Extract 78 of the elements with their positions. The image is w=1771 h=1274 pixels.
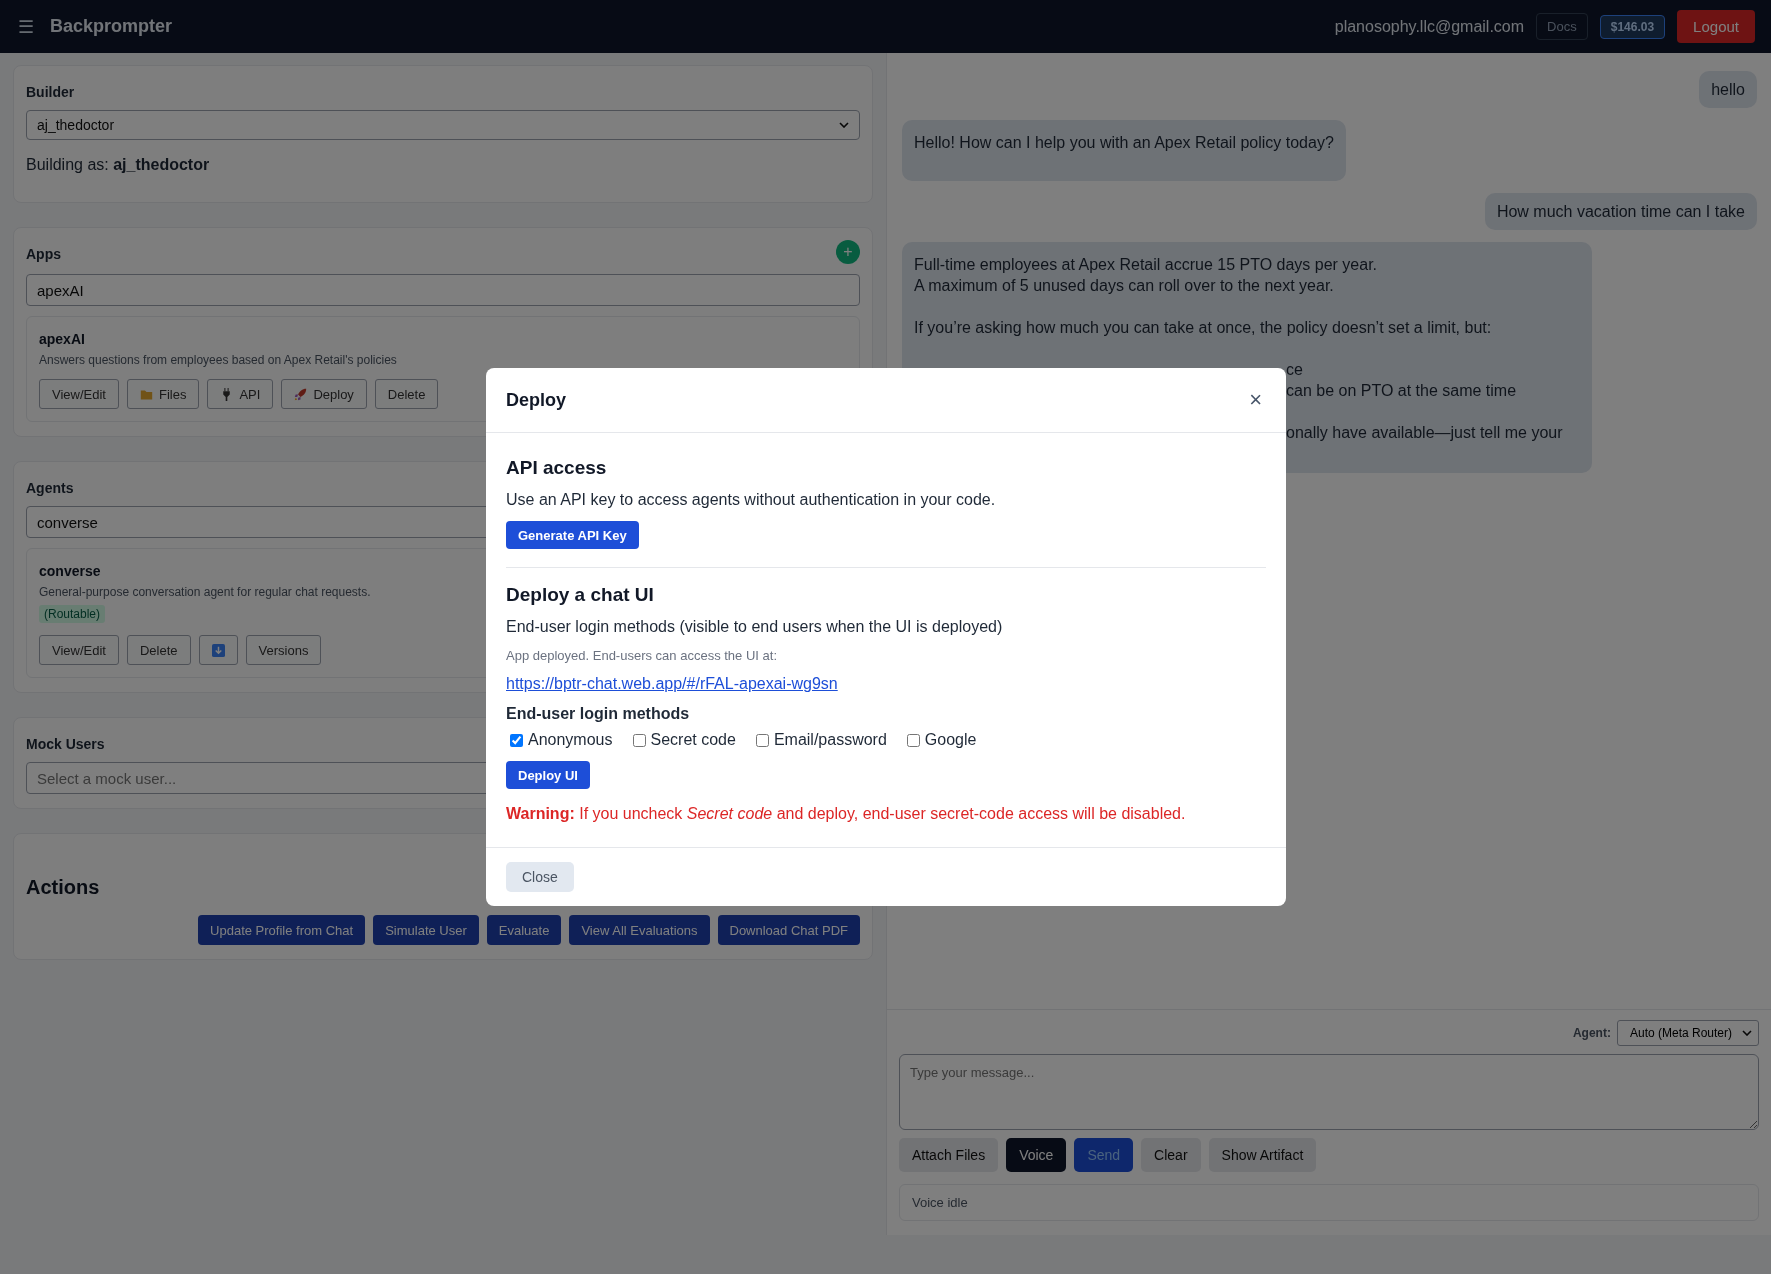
folder-icon xyxy=(139,387,153,401)
action-button[interactable]: Simulate User xyxy=(373,915,479,945)
chevron-down-icon xyxy=(1742,1030,1752,1036)
message-text: can be on PTO at the same time xyxy=(1286,381,1517,401)
deploy-description: End-user login methods (visible to end users when the UI is deployed) xyxy=(506,618,1003,636)
generate-api-key-button[interactable]: Generate API Key xyxy=(506,521,639,549)
routable-badge: (Routable) xyxy=(39,605,106,623)
message-text: Full-time employees at Apex Retail accrue 15 PTO days per year. xyxy=(914,255,1379,275)
chevron-down-icon xyxy=(839,122,849,128)
rocket-icon xyxy=(294,387,308,401)
balance-badge: $146.03 xyxy=(1599,14,1666,39)
agent-action-button[interactable]: View/Edit xyxy=(39,635,119,665)
app-action-button[interactable]: Deploy xyxy=(281,379,367,409)
agent-action-button[interactable]: Versions xyxy=(245,635,322,665)
action-button[interactable]: Update Profile from Chat xyxy=(198,915,366,945)
agent-description: General-purpose conversation agent for regular chat requests. xyxy=(39,585,371,599)
method-checkbox[interactable] xyxy=(632,733,646,747)
app-action-button[interactable]: Delete xyxy=(374,379,439,409)
agent-label: Agent: xyxy=(1572,1026,1611,1040)
app-name: apexAI xyxy=(39,331,85,347)
action-button[interactable]: Evaluate xyxy=(486,915,562,945)
agent-dropdown[interactable]: Auto (Meta Router) xyxy=(1616,1020,1759,1046)
section-heading: Deploy a chat UI xyxy=(506,584,654,606)
deployed-url-link[interactable]: https://bptr-chat.web.app/#/rFAL-apexai-wg9sn xyxy=(506,675,838,693)
building-as-text: Building as: aj_thedoctor xyxy=(26,156,211,174)
card-title: Actions xyxy=(26,876,100,899)
method-checkbox[interactable] xyxy=(510,733,523,747)
app-title: Backprompter xyxy=(50,16,173,37)
message-field[interactable]: Type your message... xyxy=(899,1054,1759,1130)
message-text: hello xyxy=(1711,80,1745,100)
voice-status: Voice idle xyxy=(899,1184,1759,1221)
dialog-title: Deploy xyxy=(506,389,566,411)
builder-select[interactable]: aj_thedoctor xyxy=(26,110,860,140)
chat-button[interactable]: Send xyxy=(1074,1138,1134,1172)
message-text: ce xyxy=(1286,360,1303,380)
app-action-button[interactable]: Files xyxy=(126,379,200,409)
docs-button[interactable]: Docs xyxy=(1536,13,1588,40)
message-text: How much vacation time can I take xyxy=(1496,202,1745,222)
card-title: Apps xyxy=(26,245,61,262)
method-checkbox[interactable] xyxy=(755,733,769,747)
select-value: Auto (Meta Router) xyxy=(1629,1026,1732,1040)
message-text: onally have available—just tell me your xyxy=(1286,423,1563,443)
deployed-note: App deployed. End-users can access the UI at: xyxy=(506,648,777,663)
method-checkbox[interactable] xyxy=(906,733,920,747)
section-heading: API access xyxy=(506,457,607,479)
app-description: Answers questions from employees based on Apex Retail's policies xyxy=(39,353,397,367)
deploy-ui-button[interactable]: Deploy UI xyxy=(506,761,590,789)
agent-action-button[interactable]: Delete xyxy=(126,635,191,665)
download-button[interactable] xyxy=(198,635,238,665)
api-description: Use an API key to access agents without authentication in your code. xyxy=(506,491,996,509)
card-title: Builder xyxy=(26,83,75,100)
menu-icon[interactable]: ☰ xyxy=(18,15,34,38)
app-action-button[interactable]: View/Edit xyxy=(39,379,119,409)
method-label: Email/password xyxy=(773,731,887,749)
app-action-button[interactable]: API xyxy=(207,379,274,409)
action-button[interactable]: View All Evaluations xyxy=(569,915,710,945)
app-select[interactable]: apexAI xyxy=(26,274,860,306)
method-label: Google xyxy=(924,731,977,749)
method-label: Anonymous xyxy=(528,731,613,749)
message-text: A maximum of 5 unused days can roll over to the next year. xyxy=(914,276,1335,296)
warning-text: Warning: If you uncheck Secret code and deploy, end-user secret-code access will be disabled. xyxy=(506,805,1186,823)
user-email: planosophy.llc@gmail.com xyxy=(1334,17,1525,36)
chat-button[interactable]: Clear xyxy=(1141,1138,1201,1172)
card-title: Agents xyxy=(26,479,74,496)
select-value: aj_thedoctor xyxy=(37,117,115,133)
download-icon xyxy=(211,643,225,657)
message-text: If you’re asking how much you can take at once, the policy doesn’t set a limit, but: xyxy=(914,318,1493,338)
card-title: Mock Users xyxy=(26,735,105,752)
close-button[interactable]: Close xyxy=(506,862,574,892)
login-methods-label: End-user login methods xyxy=(506,705,690,723)
chat-button[interactable]: Voice xyxy=(1006,1138,1067,1172)
method-label: Secret code xyxy=(650,731,736,749)
agent-name: converse xyxy=(39,563,101,579)
message-text: Hello! How can I help you with an Apex Retail policy today? xyxy=(914,133,1334,153)
logout-button[interactable]: Logout xyxy=(1677,10,1755,43)
action-button[interactable]: Download Chat PDF xyxy=(717,915,860,945)
chat-button[interactable]: Attach Files xyxy=(899,1138,999,1172)
chat-button[interactable]: Show Artifact xyxy=(1208,1138,1317,1172)
